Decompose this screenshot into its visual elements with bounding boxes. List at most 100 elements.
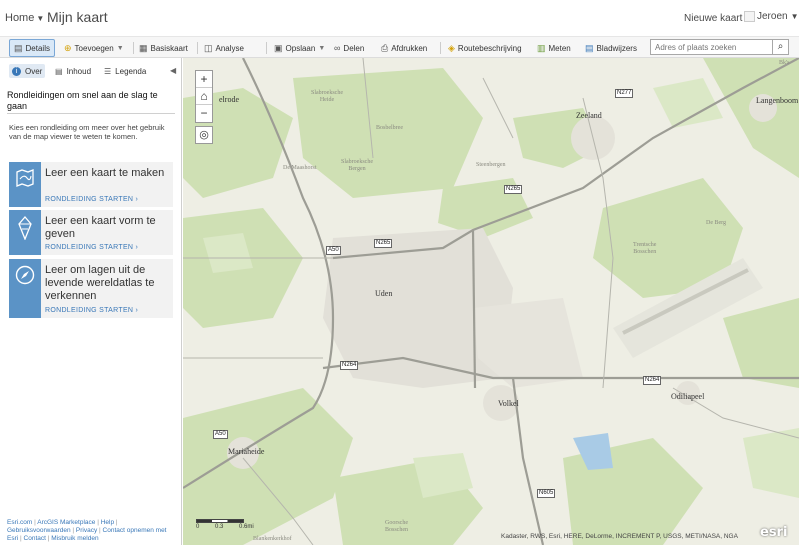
road-shield: N605: [537, 489, 556, 498]
tab-legend-label: Legenda: [115, 66, 147, 76]
print-icon: ⎙: [381, 42, 389, 53]
tab-about[interactable]: i Over: [9, 64, 46, 78]
map-label: Slabroeksche Bergen: [341, 159, 373, 172]
start-tour-link[interactable]: RONDLEIDING STARTEN ›: [45, 196, 138, 203]
analysis-label: Analyse: [215, 43, 244, 53]
esri-link[interactable]: Esri.com: [7, 519, 32, 526]
scale-label: 0: [196, 524, 200, 530]
basemap-icon: ▦: [139, 42, 148, 53]
chevron-down-icon: ▼: [36, 14, 45, 23]
legend-icon: ☰: [104, 66, 112, 76]
map-label: Bk's: [779, 60, 790, 66]
map-view[interactable]: Slabroeksche Heide Bosbelbree De Maashor…: [183, 58, 799, 545]
map-title: Mijn kaart: [47, 9, 108, 25]
town-label: Langenboom: [756, 96, 799, 105]
town-label: Uden: [375, 289, 393, 298]
start-tour-link[interactable]: RONDLEIDING STARTEN ›: [45, 244, 138, 251]
report-abuse-link[interactable]: Misbruik melden: [51, 535, 98, 542]
details-panel: i Over ▤ Inhoud ☰ Legenda ◀ Rondleidingen o…: [0, 58, 182, 545]
town-label: elrode: [219, 95, 239, 104]
style-icon: [18, 216, 32, 240]
scale-bar-graphic: [196, 519, 244, 523]
tour-card-create-map[interactable]: Leer een kaart te maken RONDLEIDING STAR…: [9, 162, 173, 207]
details-label: Details: [25, 43, 50, 53]
tour-tile: [9, 162, 41, 207]
start-tour-link[interactable]: RONDLEIDING STARTEN ›: [45, 307, 138, 314]
privacy-link[interactable]: Privacy: [76, 527, 97, 534]
measure-icon: ▥: [537, 42, 546, 53]
locate-button[interactable]: ◎: [195, 126, 213, 144]
tour-card-style-map[interactable]: Leer een kaart vorm te geven RONDLEIDING…: [9, 210, 173, 255]
search-box: ⌕: [650, 39, 789, 55]
add-button[interactable]: ⊕ Toevoegen ▼: [64, 40, 124, 56]
bookmarks-label: Bladwijzers: [596, 43, 637, 53]
town-label: Odiliapeel: [671, 392, 705, 401]
save-icon: ▣: [274, 42, 283, 53]
basemap-label: Basiskaart: [150, 43, 188, 53]
add-label: Toevoegen: [74, 43, 114, 53]
town-label: Zeeland: [576, 111, 602, 120]
tour-title: Leer een kaart vorm te geven: [45, 215, 156, 240]
collapse-panel-icon[interactable]: ◀: [170, 66, 176, 75]
info-icon: i: [12, 66, 21, 76]
top-bar: Home ▼ Mijn kaart Nieuwe kaart Jeroen ▼: [0, 0, 799, 36]
details-button[interactable]: ▤ Details: [9, 39, 55, 57]
map-label: De Maashorst: [283, 165, 317, 171]
town-label: Volkel: [498, 399, 519, 408]
tour-card-living-atlas[interactable]: Leer om lagen uit de levende wereldatlas…: [9, 259, 173, 318]
road-shield: N265: [374, 239, 393, 248]
road-shield: A50: [213, 430, 228, 439]
contact-link[interactable]: Contact: [24, 535, 46, 542]
bookmark-icon: ▤: [585, 42, 594, 53]
map-label: Blankenkerkhof: [253, 536, 292, 542]
map-label: Goorsche Bosschen: [385, 520, 408, 533]
share-button[interactable]: ∞ Delen: [334, 40, 364, 56]
toolbar-divider: [197, 42, 198, 54]
bookmarks-button[interactable]: ▤ Bladwijzers: [585, 40, 637, 56]
directions-button[interactable]: ◈ Routebeschrijving: [448, 40, 522, 56]
user-menu[interactable]: Jeroen ▼: [744, 11, 799, 22]
road-shield: N264: [643, 376, 662, 385]
map-icon: [16, 169, 34, 187]
share-label: Delen: [343, 43, 365, 53]
zoom-in-button[interactable]: +: [196, 71, 212, 88]
search-icon[interactable]: ⌕: [772, 40, 788, 54]
panel-tabs: i Over ▤ Inhoud ☰ Legenda ◀: [0, 58, 182, 84]
measure-label: Meten: [548, 43, 571, 53]
map-label: Bosbelbree: [376, 125, 403, 131]
road-shield: A50: [326, 246, 341, 255]
zoom-control: + ⌂ −: [195, 70, 213, 123]
help-link[interactable]: Help: [101, 519, 114, 526]
toolbar-divider: [133, 42, 134, 54]
tab-content[interactable]: ▤ Inhoud: [52, 64, 94, 78]
terms-link[interactable]: Gebruiksvoorwaarden: [7, 527, 71, 534]
marketplace-link[interactable]: ArcGIS Marketplace: [37, 519, 95, 526]
basemap-button[interactable]: ▦ Basiskaart: [139, 40, 188, 56]
basemap-graphic: [183, 58, 799, 545]
home-extent-button[interactable]: ⌂: [196, 88, 212, 105]
add-icon: ⊕: [64, 42, 72, 53]
tab-about-label: Over: [25, 66, 43, 76]
save-label: Opslaan: [285, 43, 316, 53]
intro-text: Kies een rondleiding om meer over het ge…: [9, 123, 165, 141]
new-map-link[interactable]: Nieuwe kaart: [684, 13, 742, 24]
directions-label: Routebeschrijving: [457, 43, 522, 53]
divider: [7, 113, 175, 114]
tour-title: Leer een kaart te maken: [45, 167, 165, 179]
tab-legend[interactable]: ☰ Legenda: [101, 64, 149, 78]
save-button[interactable]: ▣ Opslaan ▼: [274, 40, 325, 56]
analysis-button[interactable]: ◫ Analyse: [204, 40, 244, 56]
locate-icon: ◎: [199, 129, 209, 141]
road-shield: N265: [504, 185, 523, 194]
home-menu[interactable]: Home ▼: [5, 12, 44, 24]
esri-logo[interactable]: esri: [760, 525, 787, 540]
print-button[interactable]: ⎙ Afdrukken: [381, 40, 427, 56]
tour-tile: [9, 259, 41, 318]
measure-button[interactable]: ▥ Meten: [537, 40, 571, 56]
zoom-out-button[interactable]: −: [196, 105, 212, 122]
tour-tile: [9, 210, 41, 255]
search-input[interactable]: [651, 40, 773, 54]
chevron-down-icon: ▼: [318, 44, 326, 52]
road-shield: N277: [615, 89, 634, 98]
scale-label: 0.3: [215, 524, 224, 530]
